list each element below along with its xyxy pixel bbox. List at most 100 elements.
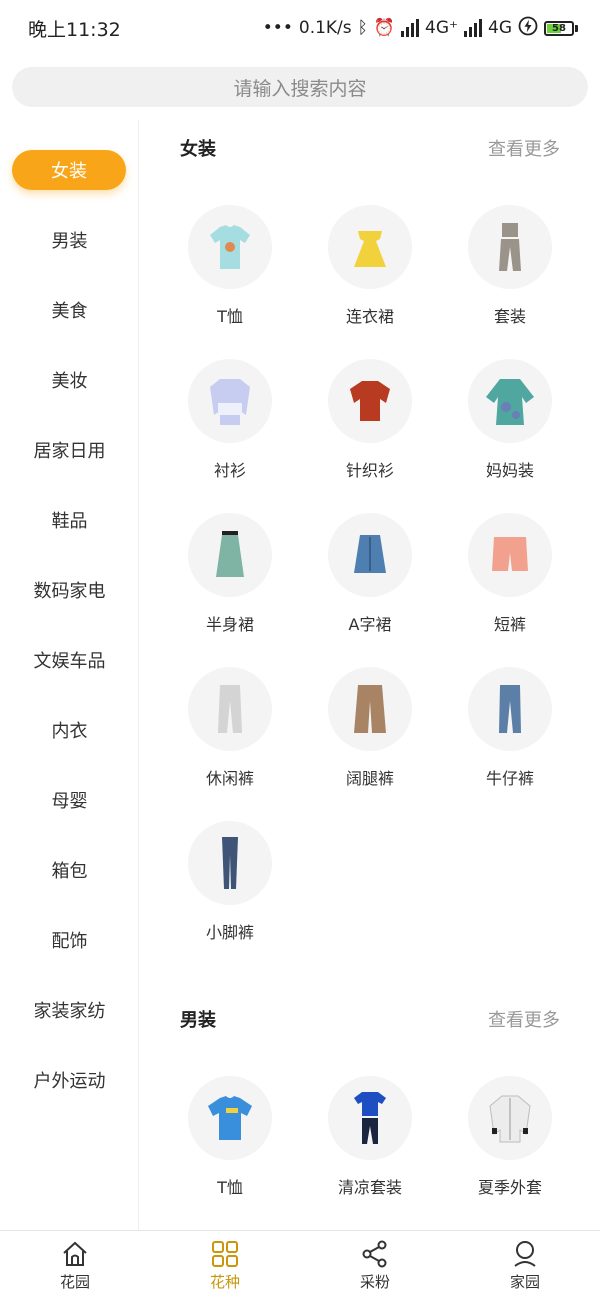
signal-bars-icon bbox=[401, 19, 420, 37]
category-image bbox=[468, 205, 552, 289]
view-more-link-men[interactable]: 查看更多 bbox=[488, 1006, 560, 1032]
nav-item-garden[interactable]: 花园 bbox=[0, 1231, 150, 1300]
category-label: 牛仔裤 bbox=[485, 769, 534, 788]
status-time: 晚上11:32 bbox=[28, 18, 121, 41]
sidebar-item-label: 男装 bbox=[51, 231, 88, 252]
sidebar-item-label: 鞋品 bbox=[51, 511, 88, 532]
category-item-skinny-pants[interactable]: 小脚裤 bbox=[170, 821, 290, 943]
sidebar-item-home-textile[interactable]: 家装家纺 bbox=[0, 990, 139, 1030]
sidebar-item-accessories[interactable]: 配饰 bbox=[0, 920, 139, 960]
skinny-pants-icon bbox=[222, 837, 238, 889]
category-sidebar: 女装 男装 美食 美妆 居家日用 鞋品 数码家电 文娱车品 内衣 母婴 箱包 配… bbox=[0, 120, 139, 1230]
sidebar-item-label: 家装家纺 bbox=[33, 1001, 106, 1022]
category-item-suit[interactable]: 套装 bbox=[450, 205, 570, 327]
category-image bbox=[188, 1076, 272, 1160]
mom-wear-icon bbox=[486, 379, 534, 425]
sidebar-item-label: 母婴 bbox=[51, 791, 88, 812]
category-label: 妈妈装 bbox=[485, 461, 534, 480]
sidebar-item-label: 数码家电 bbox=[33, 581, 106, 602]
category-label: 夏季外套 bbox=[477, 1178, 542, 1197]
category-item-wide-leg-pants[interactable]: 阔腿裤 bbox=[310, 667, 430, 789]
charging-icon bbox=[518, 16, 538, 41]
category-label: 休闲裤 bbox=[205, 769, 254, 788]
grid-icon bbox=[212, 1240, 238, 1267]
share-icon bbox=[362, 1240, 387, 1267]
nav-label: 采粉 bbox=[359, 1272, 390, 1291]
category-item-knitwear[interactable]: 针织衫 bbox=[310, 359, 430, 481]
sidebar-item-shoes[interactable]: 鞋品 bbox=[0, 500, 139, 540]
category-item-dress[interactable]: 连衣裙 bbox=[310, 205, 430, 327]
sidebar-item-household[interactable]: 居家日用 bbox=[0, 430, 139, 470]
nav-label: 家园 bbox=[509, 1272, 540, 1291]
battery-icon: 58 bbox=[544, 20, 578, 36]
wide-leg-pants-icon bbox=[354, 685, 386, 733]
category-label: 清凉套装 bbox=[337, 1178, 402, 1197]
category-image bbox=[468, 359, 552, 443]
sidebar-item-label: 美食 bbox=[51, 301, 88, 322]
category-image bbox=[328, 359, 412, 443]
sidebar-item-baby[interactable]: 母婴 bbox=[0, 780, 139, 820]
category-image bbox=[468, 513, 552, 597]
category-item-tshirt[interactable]: T恤 bbox=[170, 205, 290, 327]
category-label: 套装 bbox=[493, 307, 526, 326]
category-item-mom-wear[interactable]: 妈妈装 bbox=[450, 359, 570, 481]
category-image bbox=[328, 205, 412, 289]
category-item-casual-pants[interactable]: 休闲裤 bbox=[170, 667, 290, 789]
category-label: 阔腿裤 bbox=[345, 769, 394, 788]
search-input[interactable]: 请输入搜索内容 bbox=[12, 67, 588, 107]
sidebar-item-label: 居家日用 bbox=[33, 441, 106, 462]
suit-icon bbox=[499, 223, 521, 271]
category-image bbox=[188, 667, 272, 751]
category-image bbox=[188, 205, 272, 289]
net-speed: 0.1K/s bbox=[298, 18, 352, 38]
sidebar-item-label: 文娱车品 bbox=[33, 651, 106, 672]
category-label: 半身裙 bbox=[205, 615, 254, 634]
shirt-icon bbox=[210, 379, 250, 425]
category-label: 短裤 bbox=[493, 615, 526, 634]
category-image bbox=[328, 1076, 412, 1160]
dress-icon bbox=[354, 231, 386, 267]
nav-item-homeland[interactable]: 家园 bbox=[450, 1231, 600, 1300]
shorts-icon bbox=[492, 537, 528, 571]
sidebar-item-men[interactable]: 男装 bbox=[0, 220, 139, 260]
sidebar-item-food[interactable]: 美食 bbox=[0, 290, 139, 330]
tshirt-icon bbox=[208, 1096, 252, 1140]
sidebar-item-digital[interactable]: 数码家电 bbox=[0, 570, 139, 610]
section-title-women: 女装 bbox=[180, 139, 216, 160]
sidebar-item-label: 配饰 bbox=[51, 931, 88, 952]
nav-item-seeds[interactable]: 花种 bbox=[150, 1231, 300, 1300]
category-item-summer-set[interactable]: 清凉套装 bbox=[310, 1076, 430, 1198]
category-item-summer-jacket[interactable]: 夏季外套 bbox=[450, 1076, 570, 1198]
sidebar-item-entertainment-auto[interactable]: 文娱车品 bbox=[0, 640, 139, 680]
category-label: T恤 bbox=[217, 307, 243, 326]
category-label: T恤 bbox=[217, 1178, 243, 1197]
category-item-skirt[interactable]: 半身裙 bbox=[170, 513, 290, 635]
nav-item-pollen[interactable]: 采粉 bbox=[300, 1231, 450, 1300]
sidebar-item-women[interactable]: 女装 bbox=[12, 150, 126, 190]
category-item-a-line-skirt[interactable]: A字裙 bbox=[310, 513, 430, 635]
category-image bbox=[468, 1076, 552, 1160]
category-item-shorts[interactable]: 短裤 bbox=[450, 513, 570, 635]
home-icon bbox=[63, 1241, 87, 1266]
signal-bars-icon-2 bbox=[464, 19, 482, 37]
category-item-men-tshirt[interactable]: T恤 bbox=[170, 1076, 290, 1198]
category-label: 小脚裤 bbox=[205, 923, 254, 942]
category-image bbox=[468, 667, 552, 751]
bottom-nav: 花园 花种 采粉 家园 bbox=[0, 1230, 600, 1300]
network-type-1: 4G⁺ bbox=[425, 18, 458, 38]
summer-set-icon bbox=[354, 1092, 386, 1144]
category-label: 衬衫 bbox=[213, 461, 246, 480]
view-more-link-women[interactable]: 查看更多 bbox=[488, 135, 560, 161]
sidebar-item-outdoor[interactable]: 户外运动 bbox=[0, 1060, 139, 1100]
category-image bbox=[188, 821, 272, 905]
status-icons: ••• 0.1K/s ᛒ ⏰ 4G⁺ 4G 58 bbox=[263, 16, 578, 41]
sidebar-item-beauty[interactable]: 美妆 bbox=[0, 360, 139, 400]
skirt-icon bbox=[216, 531, 244, 577]
sidebar-item-label: 内衣 bbox=[51, 721, 88, 742]
sidebar-item-underwear[interactable]: 内衣 bbox=[0, 710, 139, 750]
category-label: 连衣裙 bbox=[345, 307, 394, 326]
category-item-jeans[interactable]: 牛仔裤 bbox=[450, 667, 570, 789]
category-image bbox=[328, 667, 412, 751]
sidebar-item-bags[interactable]: 箱包 bbox=[0, 850, 139, 890]
category-item-shirt[interactable]: 衬衫 bbox=[170, 359, 290, 481]
